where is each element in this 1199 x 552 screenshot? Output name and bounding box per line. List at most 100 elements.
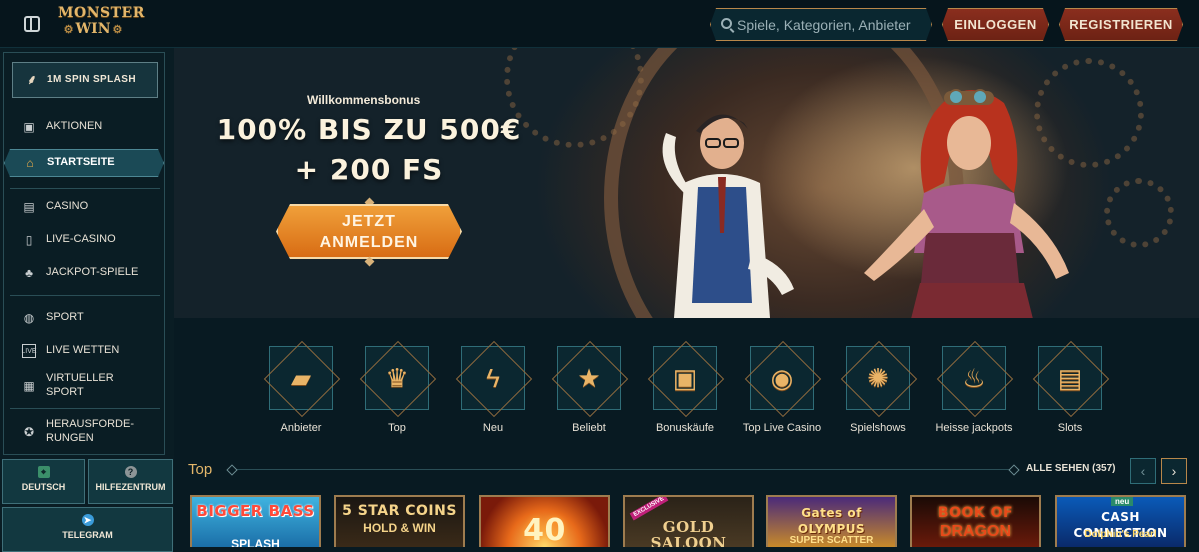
category-beliebt[interactable]: ★ Beliebt — [544, 346, 634, 436]
login-button[interactable]: EINLOGGEN — [942, 8, 1049, 41]
register-button[interactable]: REGISTRIEREN — [1059, 8, 1183, 41]
logo-line-2: WIN — [58, 22, 128, 36]
gift-icon: ▣ — [23, 120, 35, 134]
section-title: Top — [188, 461, 213, 478]
hero-character-man — [662, 114, 794, 318]
category-label: Neu — [482, 422, 504, 434]
sidebar-item-casino[interactable]: ▤ CASINO — [4, 194, 164, 220]
category-heisse-jackpots[interactable]: ♨ Heisse jackpots — [929, 346, 1019, 436]
language-label: DEUTSCH — [21, 482, 66, 492]
category-label: Beliebt — [572, 422, 606, 434]
sidebar-item-aktionen[interactable]: ▣ AKTIONEN — [4, 114, 164, 140]
category-spielshows[interactable]: ✺ Spielshows — [833, 346, 923, 436]
slot-icon: ▤ — [1057, 362, 1083, 393]
next-arrow-icon[interactable]: › — [1161, 458, 1187, 484]
game-card-cash-connection[interactable]: neu CASH CONNECTION Dolphin's Pearl — [1055, 495, 1186, 547]
game-subtitle: SPLASH — [231, 537, 280, 547]
game-subtitle: SUPER SCATTER — [789, 535, 874, 546]
sidebar-item-sport[interactable]: ◍ SPORT — [4, 305, 164, 331]
game-card-book-of-dragon[interactable]: BOOK OF DRAGON — [910, 495, 1041, 547]
wheel-icon: ✺ — [867, 362, 889, 393]
hero-title: 100% BIS ZU 500€ + 200 FS — [174, 110, 564, 190]
sidebar-divider — [10, 188, 160, 189]
help-label: HILFEZENTRUM — [95, 482, 166, 492]
sidebar-item-herausforderungen[interactable]: ✪ HERAUSFORDE-RUNGEN — [4, 416, 164, 448]
previous-arrow-icon[interactable]: ‹ — [1130, 458, 1156, 484]
challenge-icon: ✪ — [23, 425, 35, 439]
game-title: 5 STAR COINS — [342, 503, 457, 519]
game-title: 40 — [523, 513, 566, 547]
category-slots[interactable]: ▤ Slots — [1025, 346, 1115, 436]
sidebar-item-label: SPORT — [46, 311, 84, 324]
sidebar-toggle-icon[interactable] — [24, 16, 40, 32]
language-button[interactable]: ⌖ DEUTSCH — [2, 459, 85, 504]
search-input[interactable] — [737, 9, 927, 40]
game-title: BIGGER BASS — [196, 502, 315, 520]
hero-character-woman — [864, 89, 1069, 318]
exclusive-badge: EXCLUSIVE — [629, 497, 669, 521]
game-title: GOLD SALOON — [650, 518, 727, 547]
crown-icon: ♛ — [385, 362, 409, 393]
game-card-5-star-coins[interactable]: 5 STAR COINS HOLD & WIN — [334, 495, 465, 547]
game-card-bigger-bass[interactable]: BIGGER BASS SPLASH — [190, 495, 321, 547]
sidebar-item-label: AKTIONEN — [46, 120, 103, 133]
category-anbieter[interactable]: ▰ Anbieter — [256, 346, 346, 436]
gear-decoration — [1104, 178, 1174, 248]
category-label: Top Live Casino — [742, 422, 822, 434]
new-badge: neu — [1111, 497, 1134, 506]
slot-machine-icon: ▤ — [23, 200, 35, 214]
help-icon: ? — [124, 466, 137, 478]
sidebar: ⸙ 1M SPIN SPLASH ▣ AKTIONEN ⌂ STARTSEITE… — [0, 48, 174, 552]
sidebar-item-jackpot-spiele[interactable]: ♣ JACKPOT-SPIELE — [4, 260, 164, 286]
game-title: BOOK OF — [937, 505, 1014, 521]
chip-icon: ◉ — [770, 362, 794, 393]
logo-line-1: MONSTER — [58, 5, 145, 21]
category-bonuskaeufe[interactable]: ▣ Bonuskäufe — [640, 346, 730, 436]
category-label: Anbieter — [280, 422, 322, 434]
sidebar-item-label: JACKPOT-SPIELE — [46, 266, 139, 279]
sidebar-item-label: VIRTUELLER SPORT — [46, 372, 114, 398]
hero-title-line-1: 100% BIS ZU 500€ — [216, 113, 522, 146]
game-subtitle: DRAGON — [939, 523, 1012, 540]
cta-line-2: ANMELDEN — [319, 234, 419, 251]
category-label: Heisse jackpots — [935, 422, 1013, 434]
virtual-sport-icon: ▦ — [23, 379, 35, 393]
game-subtitle: HOLD & WIN — [363, 521, 436, 535]
sidebar-item-virtueller-sport[interactable]: ▦ VIRTUELLER SPORT — [4, 370, 164, 402]
category-label: Slots — [1057, 422, 1083, 434]
chest-icon: ▣ — [672, 362, 698, 393]
sidebar-item-live-wetten[interactable]: LIVE LIVE WETTEN — [4, 338, 164, 364]
game-card-40[interactable]: 40 — [479, 495, 610, 547]
sidebar-item-startseite[interactable]: ⌂ STARTSEITE — [4, 149, 164, 177]
category-neu[interactable]: ϟ Neu — [448, 346, 538, 436]
promo-spin-splash-button[interactable]: ⸙ 1M SPIN SPLASH — [12, 62, 158, 98]
live-icon: LIVE — [21, 344, 37, 358]
book-icon: ▰ — [291, 362, 311, 393]
category-label: Top — [388, 422, 406, 434]
search-box[interactable] — [710, 8, 932, 41]
section-divider — [228, 469, 1018, 470]
flag-icon: ⌖ — [37, 466, 50, 478]
game-card-gold-saloon[interactable]: EXCLUSIVE GOLD SALOON — [623, 495, 754, 547]
search-icon — [721, 18, 732, 29]
game-title: Gates of OLYMPUS — [797, 506, 866, 536]
telegram-icon: ➤ — [81, 514, 94, 526]
telegram-button[interactable]: ➤ TELEGRAM — [2, 507, 173, 552]
game-card-gates-of-olympus[interactable]: Gates of OLYMPUS SUPER SCATTER — [766, 495, 897, 547]
home-icon: ⌂ — [26, 156, 34, 170]
category-label: Spielshows — [850, 422, 906, 434]
logo[interactable]: MONSTER WIN — [58, 5, 145, 42]
help-center-button[interactable]: ? HILFEZENTRUM — [88, 459, 173, 504]
category-top-live-casino[interactable]: ◉ Top Live Casino — [737, 346, 827, 436]
sidebar-item-label: LIVE-CASINO — [46, 233, 116, 246]
register-now-button[interactable]: JETZT ANMELDEN — [276, 204, 462, 259]
see-all-link[interactable]: ALLE SEHEN (357) — [1026, 463, 1115, 474]
palm-tree-icon: ⸙ — [27, 72, 38, 87]
sidebar-item-label: HERAUSFORDE-RUNGEN — [46, 418, 135, 444]
hero-title-line-2: + 200 FS — [294, 153, 444, 186]
sidebar-item-live-casino[interactable]: ▯ LIVE-CASINO — [4, 227, 164, 253]
hero-banner[interactable]: Willkommensbonus 100% BIS ZU 500€ + 200 … — [174, 48, 1199, 318]
category-top[interactable]: ♛ Top — [352, 346, 442, 436]
telegram-label: TELEGRAM — [62, 530, 113, 540]
category-label: Bonuskäufe — [655, 422, 715, 434]
